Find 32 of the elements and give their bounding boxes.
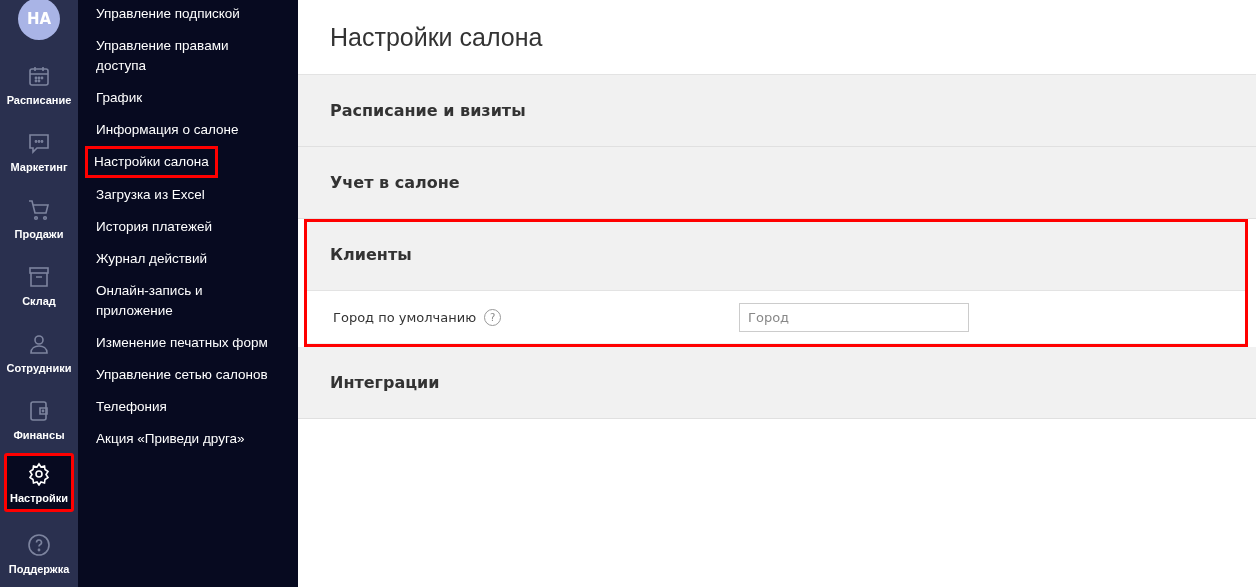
settings-icon <box>27 461 51 486</box>
nav-item[interactable]: Настройки <box>4 453 74 512</box>
nav-item[interactable]: Склад <box>0 252 78 319</box>
menu-link[interactable]: Управление правами доступа <box>96 35 280 87</box>
menu-link[interactable]: Акция «Приведи друга» <box>96 428 245 460</box>
field-label: Город по умолчанию <box>333 309 477 325</box>
nav-item[interactable]: Продажи <box>0 185 78 252</box>
menu-link[interactable]: Управление подпиской <box>96 3 240 35</box>
menu-link[interactable]: Онлайн-запись и приложение <box>96 280 280 332</box>
menu-link[interactable]: Журнал действий <box>96 248 208 280</box>
section-header[interactable]: Расписание и визиты <box>298 75 1256 146</box>
section-header[interactable]: Клиенты <box>304 219 1248 290</box>
city-field[interactable]: Город <box>739 302 969 332</box>
section-header[interactable]: Учет в салоне <box>298 147 1256 218</box>
menu-link[interactable]: История платежей <box>96 216 212 248</box>
nav-item[interactable]: Расписание <box>0 51 78 118</box>
nav-item[interactable]: Финансы <box>0 386 78 453</box>
wallet-icon <box>27 398 51 423</box>
help-icon <box>27 532 51 557</box>
menu-link[interactable]: Настройки салона <box>88 149 215 175</box>
menu-link[interactable]: Управление сетью салонов <box>96 364 268 396</box>
menu-link[interactable]: Изменение печатных форм <box>96 332 268 364</box>
section-header[interactable]: Интеграции <box>298 347 1256 418</box>
nav-item[interactable]: Поддержка <box>0 520 78 587</box>
nav-item[interactable]: Сотрудники <box>0 319 78 386</box>
archive-icon <box>27 264 51 289</box>
menu-link[interactable]: График <box>96 87 143 119</box>
menu-link[interactable]: Загрузка из Excel <box>96 184 205 216</box>
menu-link[interactable]: Телефония <box>96 396 167 428</box>
cart-icon <box>27 197 51 222</box>
nav-item[interactable]: Маркетинг <box>0 118 78 185</box>
menu-link[interactable]: Информация о салоне <box>96 119 239 151</box>
